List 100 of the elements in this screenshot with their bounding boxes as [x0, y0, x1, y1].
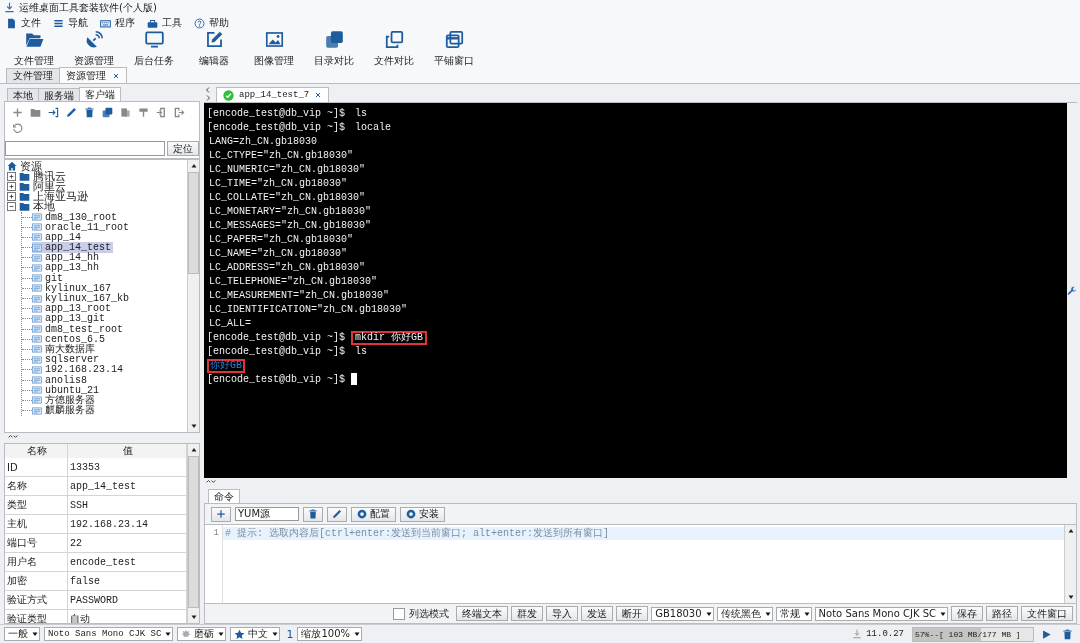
locate-button[interactable]: 定位: [167, 141, 199, 156]
terminal-command: locale: [354, 121, 393, 135]
dropdown[interactable]: 一般: [4, 627, 40, 641]
server-icon: [32, 375, 42, 386]
tool-button[interactable]: [11, 106, 24, 119]
tree-item[interactable]: app_13_root: [32, 303, 113, 315]
tree-item[interactable]: app_14_test: [32, 242, 113, 254]
option-button[interactable]: 群发: [511, 606, 544, 621]
dropdown[interactable]: 传统黑色: [716, 606, 773, 621]
tree-item[interactable]: app_13_hh: [32, 262, 101, 274]
dropdown[interactable]: 磨砺: [177, 627, 227, 641]
action-button[interactable]: 安装: [400, 506, 445, 522]
tree-item[interactable]: centos_6.5: [32, 333, 107, 345]
dropdown[interactable]: GB18030: [651, 606, 714, 621]
tree-item[interactable]: kylinux_167: [32, 282, 113, 294]
tree-item[interactable]: 麒麟服务器: [32, 405, 97, 417]
tool-button[interactable]: [155, 106, 168, 119]
edit-button[interactable]: [327, 506, 347, 522]
tool-button[interactable]: [137, 106, 150, 119]
tool-button[interactable]: [47, 106, 60, 119]
tab[interactable]: 命令: [208, 489, 240, 503]
tree-item[interactable]: 资源: [7, 160, 44, 172]
tool-button[interactable]: [11, 122, 24, 135]
tab[interactable]: 资源管理: [59, 67, 127, 83]
tree-item[interactable]: oracle_11_root: [32, 221, 131, 233]
tool-button[interactable]: [119, 106, 132, 119]
tree-item[interactable]: git: [32, 272, 65, 284]
menu-item[interactable]: 帮助: [192, 15, 231, 31]
expand-toggle[interactable]: [7, 202, 16, 212]
chevron-left-icon: [204, 86, 212, 94]
checkbox[interactable]: [393, 607, 406, 620]
tree-item[interactable]: dm8_130_root: [32, 211, 119, 223]
option-button[interactable]: 路径: [986, 606, 1018, 621]
session-tab[interactable]: app_14_test_7: [216, 87, 330, 102]
scrollbar[interactable]: [187, 444, 199, 623]
tree-item[interactable]: anolis8: [32, 374, 89, 386]
toolbar-button[interactable]: 后台任务: [124, 30, 184, 68]
option-button[interactable]: 文件窗口: [1021, 606, 1073, 621]
dropdown[interactable]: 中文: [230, 627, 281, 641]
option-button[interactable]: 发送: [581, 606, 614, 621]
tree-item[interactable]: sqlserver: [32, 354, 101, 366]
tree-item[interactable]: dm8_test_root: [32, 323, 125, 335]
monitor-icon: [144, 30, 164, 49]
terminal-output: 你好GB: [207, 359, 245, 373]
menu-item[interactable]: 导航: [51, 15, 90, 31]
tool-button[interactable]: [173, 106, 186, 119]
terminal-panel[interactable]: [204, 103, 1067, 478]
scroll-up-icon: [189, 446, 198, 454]
terminal-output: LC_CTYPE="zh_CN.gb18030": [208, 149, 355, 163]
toolbar-button[interactable]: 资源管理: [64, 30, 124, 68]
menu-item[interactable]: 工具: [145, 15, 184, 31]
toolbar-button[interactable]: 文件对比: [364, 30, 424, 68]
search-field[interactable]: [5, 141, 165, 156]
option-button[interactable]: 导入: [546, 606, 579, 621]
tab[interactable]: 本地: [7, 88, 39, 101]
scrollbar[interactable]: [187, 160, 199, 432]
toolbar-button[interactable]: 图像管理: [244, 30, 304, 68]
option-button[interactable]: 断开: [616, 606, 649, 621]
pencil-icon: [332, 509, 342, 519]
command-editor[interactable]: 1 # 提示: 选取内容后[ctrl+enter:发送到当前窗口; alt+enter:发送到所有窗口]: [204, 524, 1077, 604]
scroll-up-icon: [1066, 527, 1075, 535]
plus-icon: [8, 172, 15, 180]
menu-item[interactable]: 程序: [98, 15, 137, 31]
add-button[interactable]: [211, 506, 231, 522]
option-button[interactable]: 终端文本: [456, 606, 509, 621]
delete-button[interactable]: [303, 506, 323, 522]
toolbar-button[interactable]: 文件管理: [4, 30, 64, 68]
tree-item[interactable]: 阿里云: [19, 180, 68, 192]
expand-toggle[interactable]: [7, 192, 16, 202]
tab[interactable]: 文件管理: [6, 68, 60, 83]
toolbar-button[interactable]: 编辑器: [184, 30, 244, 68]
scrollbar[interactable]: [1064, 525, 1076, 603]
action-button[interactable]: 配置: [351, 506, 396, 522]
toolbox-icon: [147, 17, 158, 29]
toolbar-button[interactable]: 平铺窗口: [424, 30, 484, 68]
dropdown[interactable]: Noto Sans Mono CJK SC: [814, 606, 948, 621]
expand-toggle[interactable]: [7, 181, 16, 191]
dropdown[interactable]: 缩放100%: [297, 627, 362, 641]
expand-toggle[interactable]: [7, 171, 16, 181]
menu-item[interactable]: 文件: [4, 15, 43, 31]
dropdown[interactable]: Noto Sans Mono CJK SC: [44, 627, 174, 641]
tree-item[interactable]: kylinux_167_kb: [32, 293, 131, 305]
tab[interactable]: 服务端: [38, 88, 80, 101]
tree-item[interactable]: 南大数据库: [32, 343, 97, 355]
preset-field[interactable]: YUM源: [235, 507, 299, 521]
tool-button[interactable]: [65, 106, 78, 119]
tree-item[interactable]: app_14_hh: [32, 252, 101, 264]
tree-item[interactable]: app_14: [32, 231, 83, 243]
tool-button[interactable]: [101, 106, 114, 119]
tree-item[interactable]: ubuntu_21: [32, 384, 101, 396]
tab[interactable]: 客户端: [79, 87, 121, 101]
tool-button[interactable]: [29, 106, 42, 119]
option-button[interactable]: 保存: [951, 606, 983, 621]
tool-button[interactable]: [83, 106, 96, 119]
tree-item[interactable]: app_13_git: [32, 313, 107, 325]
dropdown[interactable]: 常规: [775, 606, 812, 621]
tree-item[interactable]: 本地: [19, 201, 57, 213]
tree-item[interactable]: 上海亚马逊: [19, 191, 90, 203]
tree-item[interactable]: 192.168.23.14: [32, 364, 125, 376]
server-icon: [32, 334, 42, 345]
